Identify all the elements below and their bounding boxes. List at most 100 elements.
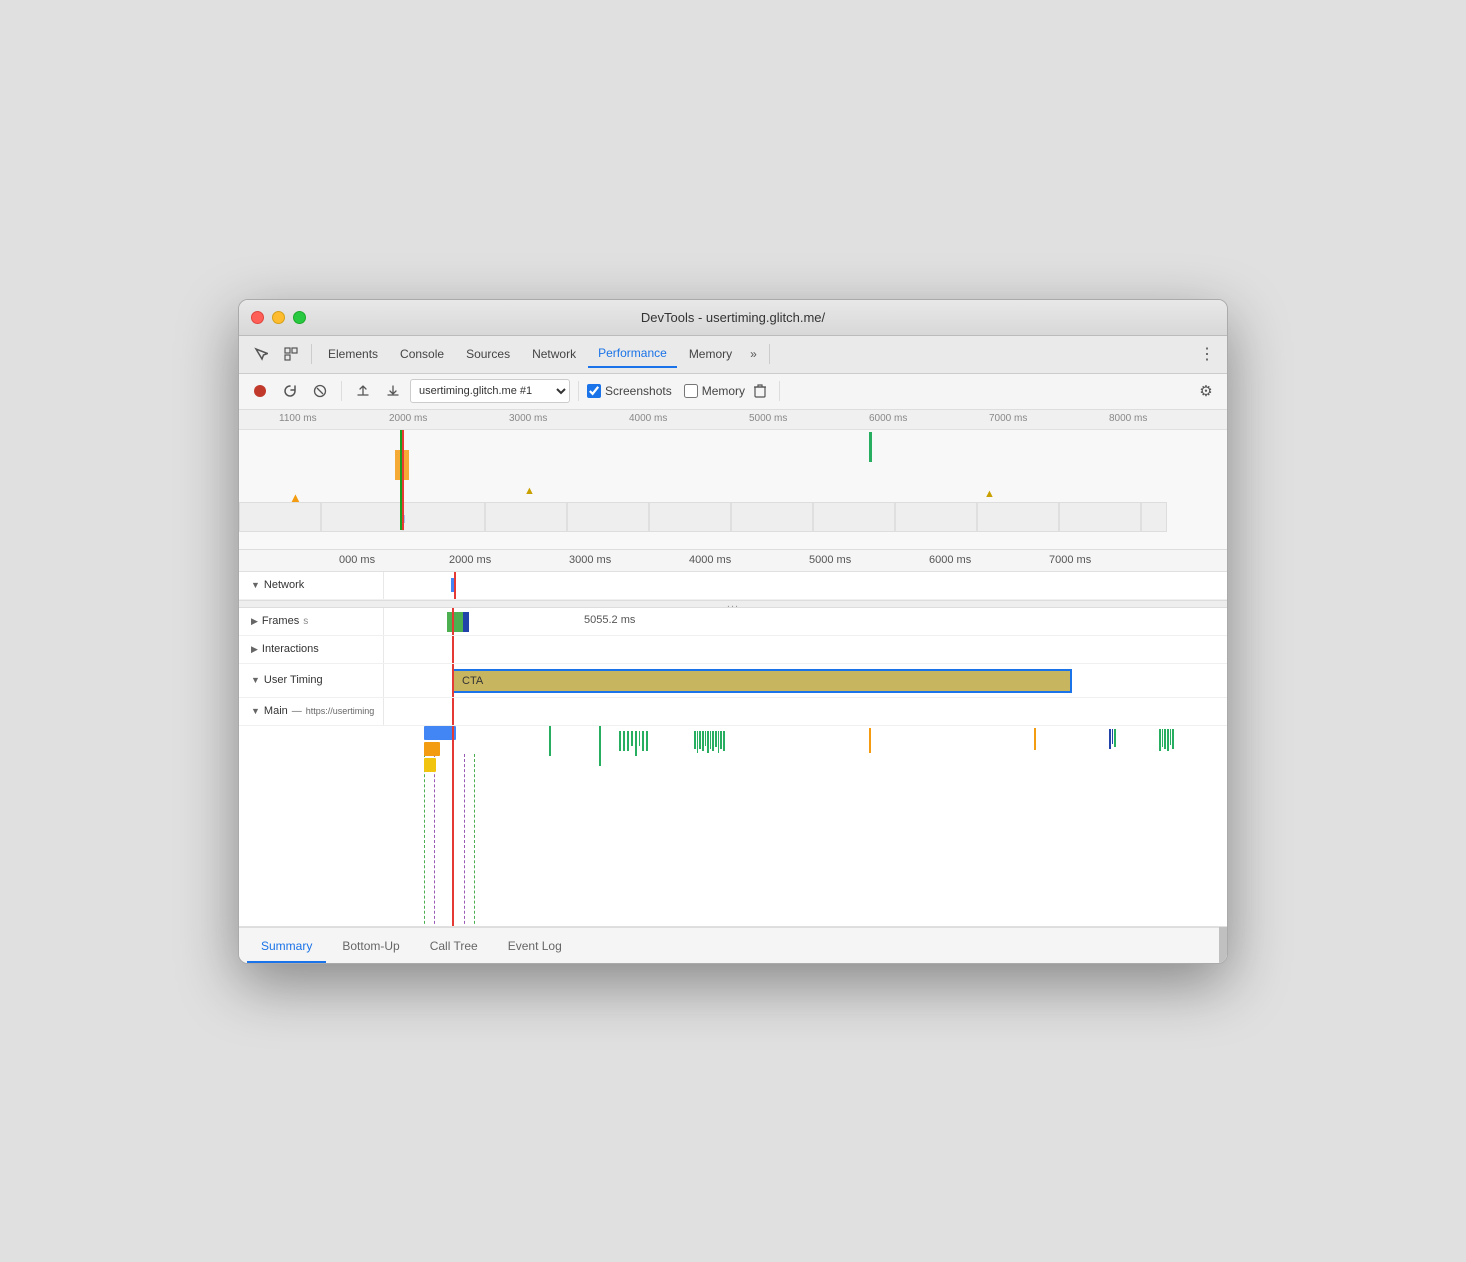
tab-network[interactable]: Network [522, 341, 586, 367]
orange-tick-2 [1034, 728, 1036, 750]
screenshots-group: Screenshots [587, 384, 672, 398]
main-track-content-header[interactable] [384, 698, 1227, 725]
download-button[interactable] [380, 378, 406, 404]
dashed-purple-2 [464, 754, 465, 926]
memory-label: Memory [702, 384, 745, 398]
main-timeline-container: 000 ms 2000 ms 3000 ms 4000 ms 5000 ms 6… [239, 550, 1227, 927]
fps-indicator [869, 432, 872, 462]
tick-2000ms: 2000 ms [449, 554, 491, 566]
toolbar-sep-1 [341, 381, 342, 401]
frames-track: ▶ Frames s 5055.2 ms [239, 608, 1227, 636]
tab-bottom-up[interactable]: Bottom-Up [328, 933, 413, 963]
upload-button[interactable] [350, 378, 376, 404]
frames-track-content[interactable]: 5055.2 ms [384, 608, 1227, 635]
performance-toolbar: usertiming.glitch.me #1 Screenshots Memo… [239, 374, 1227, 410]
interactions-track-label: ▶ Interactions [239, 636, 384, 663]
network-track-label: ▼ Network [239, 572, 384, 599]
network-track: ▼ Network [239, 572, 1227, 600]
network-bar [451, 578, 454, 592]
tab-separator [311, 344, 312, 364]
tab-memory[interactable]: Memory [679, 341, 742, 367]
network-label: Network [264, 579, 304, 591]
tab-separator-2 [769, 344, 770, 364]
green-ticks-group-1 [619, 731, 648, 756]
user-timing-track-content[interactable]: CTA [384, 664, 1227, 697]
devtools-menu-button[interactable]: ⋮ [1195, 340, 1219, 368]
tab-console[interactable]: Console [390, 341, 454, 367]
flame-green-tall-1 [549, 726, 551, 756]
frames-expand-arrow[interactable]: ▶ [251, 616, 258, 627]
tab-summary[interactable]: Summary [247, 933, 326, 963]
tick-0ms: 000 ms [339, 554, 375, 566]
interactions-label: Interactions [262, 643, 319, 655]
clear-button[interactable] [307, 378, 333, 404]
main-separator: — [292, 706, 302, 717]
title-bar: DevTools - usertiming.glitch.me/ [239, 300, 1227, 336]
minimize-button[interactable] [272, 311, 285, 324]
devtools-tab-bar: Elements Console Sources Network Perform… [239, 336, 1227, 374]
far-right-green-group [1159, 729, 1174, 751]
main-expand-arrow[interactable]: ▼ [251, 706, 260, 716]
more-tabs-button[interactable]: » [744, 343, 763, 365]
toolbar-sep-2 [578, 381, 579, 401]
maximize-button[interactable] [293, 311, 306, 324]
dashed-green-2 [474, 754, 475, 926]
flame-chart-area[interactable] [239, 726, 1227, 926]
timeline-ruler: 000 ms 2000 ms 3000 ms 4000 ms 5000 ms 6… [239, 550, 1227, 572]
toolbar-sep-3 [779, 381, 780, 401]
delete-recording-button[interactable] [749, 380, 771, 402]
memory-checkbox[interactable] [684, 384, 698, 398]
ruler-tick-4000: 4000 ms [629, 413, 667, 424]
red-timeline-marker [402, 430, 404, 530]
flame-green-tall-2 [599, 726, 601, 766]
tick-6000ms: 6000 ms [929, 554, 971, 566]
memory-group: Memory [684, 384, 745, 398]
dashed-purple-1 [434, 754, 435, 926]
frames-label: Frames [262, 615, 299, 627]
reload-record-button[interactable] [277, 378, 303, 404]
user-timing-expand-arrow[interactable]: ▼ [251, 675, 260, 685]
tab-elements[interactable]: Elements [318, 341, 388, 367]
network-expand-arrow[interactable]: ▼ [251, 580, 260, 590]
ruler-tick-2000: 2000 ms [389, 413, 427, 424]
bottom-tab-bar: Summary Bottom-Up Call Tree Event Log [239, 927, 1227, 963]
tab-call-tree[interactable]: Call Tree [416, 933, 492, 963]
session-selector[interactable]: usertiming.glitch.me #1 [410, 379, 570, 403]
main-track-label: ▼ Main — https://usertiming.glitch.me/ [239, 698, 384, 725]
frames-track-label: ▶ Frames s [239, 608, 384, 635]
orange-tick-1 [869, 728, 871, 753]
frames-time: 5055.2 ms [584, 614, 635, 626]
ruler-tick-6000: 6000 ms [869, 413, 907, 424]
screenshots-checkbox[interactable] [587, 384, 601, 398]
resize-handle[interactable]: ... [239, 600, 1227, 608]
interactions-track-content[interactable] [384, 636, 1227, 663]
settings-button[interactable]: ⚙ [1193, 378, 1219, 404]
tab-performance[interactable]: Performance [588, 340, 677, 368]
interactions-expand-arrow[interactable]: ▶ [251, 644, 258, 655]
tab-event-log[interactable]: Event Log [494, 933, 576, 963]
close-button[interactable] [251, 311, 264, 324]
frame-blue [463, 612, 469, 632]
main-red-line-header [452, 698, 454, 725]
main-track: ▼ Main — https://usertiming.glitch.me/ [239, 698, 1227, 927]
flame-orange-1 [424, 742, 440, 756]
user-timing-track: ▼ User Timing CTA [239, 664, 1227, 698]
user-timing-label: User Timing [264, 674, 323, 686]
record-button[interactable] [247, 378, 273, 404]
cta-bar[interactable]: CTA [452, 669, 1072, 693]
tab-sources[interactable]: Sources [456, 341, 520, 367]
right-bars-group [1109, 729, 1116, 749]
ruler-tick-5000: 5000 ms [749, 413, 787, 424]
network-red-line [454, 572, 456, 599]
overview-tracks[interactable]: ▲ ▲ ▲ [239, 430, 1227, 530]
ruler-tick-1000: 1100 ms [279, 413, 317, 424]
cursor-icon[interactable] [247, 340, 275, 368]
warning-triangle-2: ▲ [524, 485, 535, 497]
network-track-content[interactable] [384, 572, 1227, 599]
tick-4000ms: 4000 ms [689, 554, 731, 566]
flame-yellow-1 [424, 758, 436, 772]
inspect-icon[interactable] [277, 340, 305, 368]
ruler-tick-8000: 8000 ms [1109, 413, 1147, 424]
overview-ruler: 1100 ms 2000 ms 3000 ms 4000 ms 5000 ms … [239, 410, 1227, 430]
main-label: Main [264, 705, 288, 717]
